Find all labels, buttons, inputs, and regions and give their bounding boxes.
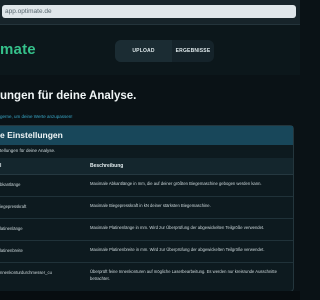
table-row: iegepresskraft Maximale Biegepresskraft … bbox=[0, 196, 293, 219]
table-row: latinenbreite Maximale Platinenbreite in… bbox=[0, 240, 293, 263]
page-footer bbox=[0, 291, 300, 300]
setting-key: bkantlänge bbox=[0, 182, 21, 187]
setting-key: nnenkonturdurchmesser_cu bbox=[0, 270, 52, 275]
settings-panel-header: e Einstellungen bbox=[0, 126, 293, 145]
setting-description: Maximale Platinenlänge in mm. Wird zur Ü… bbox=[90, 225, 265, 230]
setting-key: latinenbreite bbox=[0, 248, 23, 253]
table-header: l Beschreibung bbox=[0, 158, 293, 175]
table-row: nnenkonturdurchmesser_cu Überprüft feine… bbox=[0, 262, 293, 290]
settings-description: tellungen für deine Analyse. bbox=[0, 148, 56, 153]
column-header-key: l bbox=[0, 163, 2, 169]
top-navigation: mate UPLOAD ERGEBNISSE bbox=[0, 25, 300, 75]
settings-title: e Einstellungen bbox=[0, 130, 63, 140]
table-row: latinenlänge Maximale Platinenlänge in m… bbox=[0, 218, 293, 241]
settings-panel: e Einstellungen tellungen für deine Anal… bbox=[0, 125, 294, 292]
nav-button-group: UPLOAD ERGEBNISSE bbox=[115, 40, 214, 62]
setting-key: latinenlänge bbox=[0, 226, 23, 231]
app-logo[interactable]: mate bbox=[0, 41, 36, 58]
address-bar[interactable]: app.optimate.de bbox=[2, 5, 296, 18]
setting-description: Überprüft feine Innenkonturen auf möglic… bbox=[90, 269, 277, 281]
results-button[interactable]: ERGEBNISSE bbox=[172, 40, 214, 62]
setting-description: Maximale Platinenbreite in mm. Wird zur … bbox=[90, 247, 265, 252]
page-title: ungen für deine Analyse. bbox=[0, 90, 137, 102]
setting-description: Maximale Biegepresskraft in kN deiner st… bbox=[90, 203, 211, 208]
table-row: bkantlänge Maximale Abkantlänge in mm, d… bbox=[0, 174, 293, 197]
setting-key: iegepresskraft bbox=[0, 204, 27, 209]
browser-chrome: app.optimate.de bbox=[0, 0, 300, 25]
upload-button[interactable]: UPLOAD bbox=[115, 40, 172, 62]
adjust-values-link[interactable]: gerne, um deine Werte anzupassen! bbox=[0, 114, 72, 119]
setting-description: Maximale Abkantlänge in mm, die auf dein… bbox=[90, 181, 262, 186]
column-header-description: Beschreibung bbox=[90, 163, 124, 169]
